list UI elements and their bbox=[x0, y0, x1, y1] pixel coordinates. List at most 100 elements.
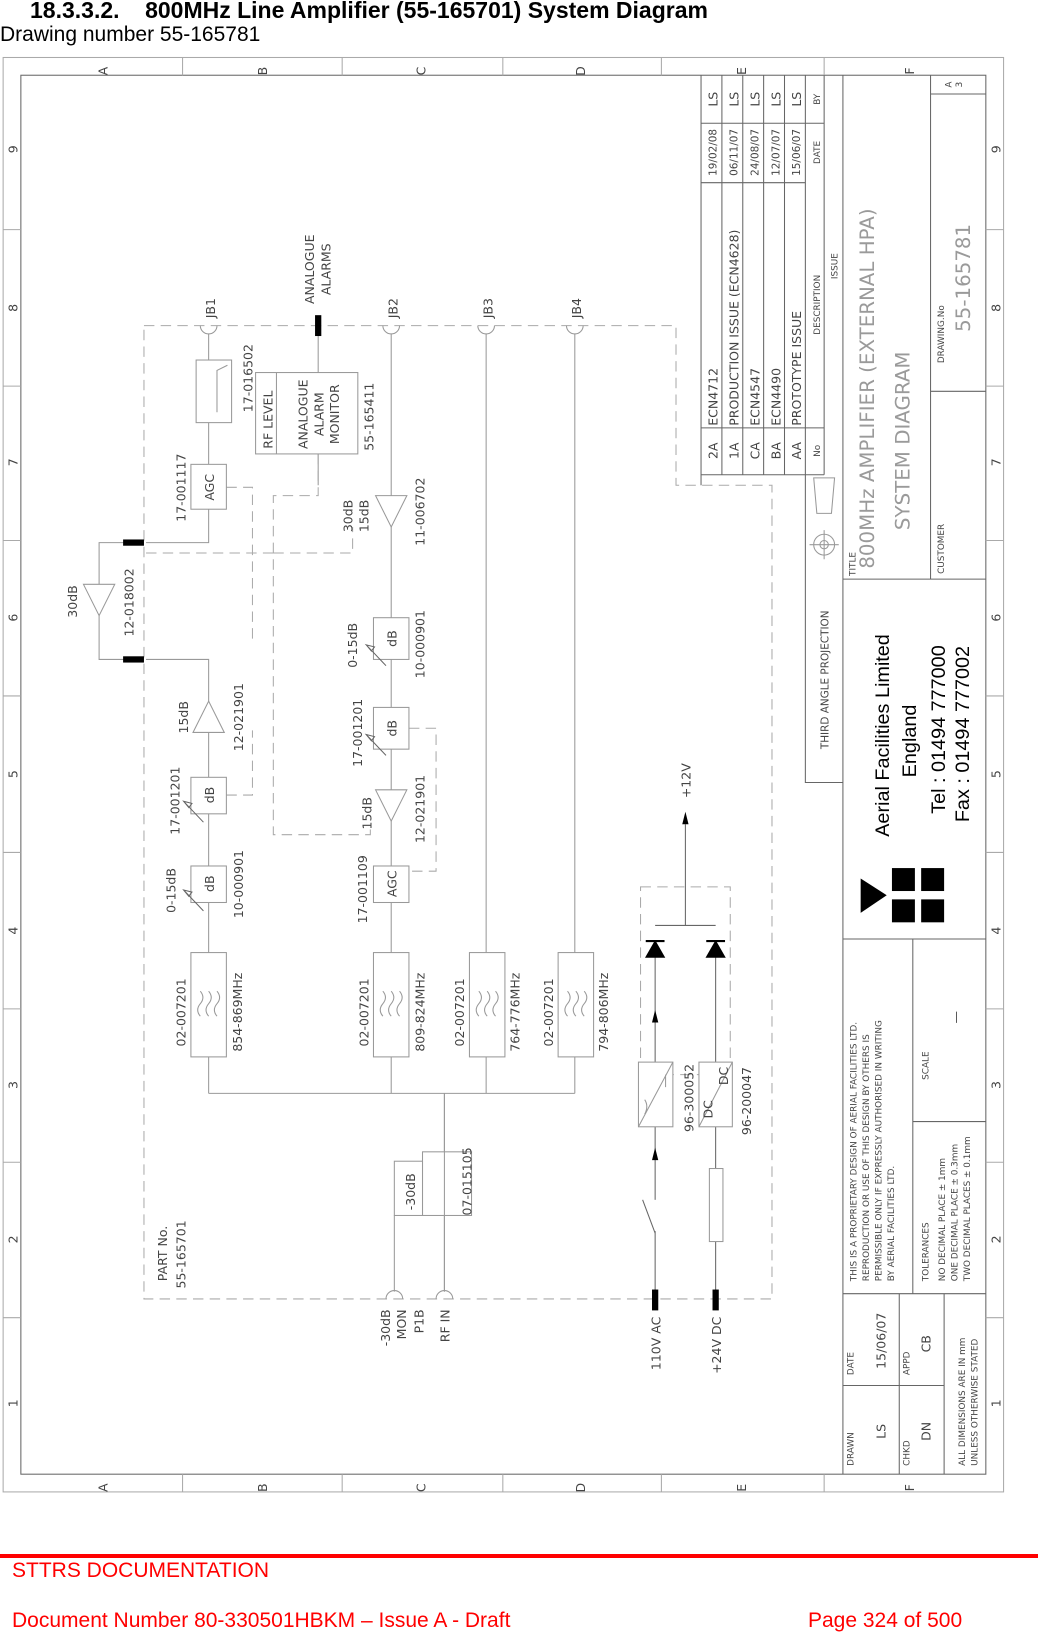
part-label: 02-007201 bbox=[452, 978, 467, 1046]
part-label: 12-018002 bbox=[122, 568, 137, 636]
db-label: dB bbox=[202, 787, 217, 804]
row-label: 9 bbox=[6, 145, 21, 153]
footer-page-number: Page 324 of 500 bbox=[808, 1609, 963, 1632]
drawing-title-line1: 800MHz AMPLIFIER (EXTERNAL HPA) bbox=[856, 208, 879, 568]
junction-label: JB4 bbox=[569, 298, 584, 319]
band-label: 854-869MHz bbox=[230, 972, 245, 1051]
sheet-size: 3 bbox=[955, 82, 965, 88]
rev-date: 12/07/07 bbox=[770, 129, 782, 176]
footer-rule bbox=[0, 1554, 1038, 1558]
mon-port-label: MON bbox=[394, 1309, 409, 1339]
proprietary-notice: PERMISSIBLE ONLY IF EXPRESSLY AUTHORISED… bbox=[875, 1020, 885, 1281]
drawn-label: DRAWN bbox=[846, 1432, 856, 1466]
psu-ac-dc: 96-300052 bbox=[637, 1061, 697, 1132]
revision-rows: 2A ECN4712 19/02/08 LS 1A PRODUCTION ISS… bbox=[706, 92, 841, 460]
junction-jb4: JB4 bbox=[565, 298, 584, 335]
row-label: 5 bbox=[6, 770, 21, 778]
rev-date: 06/11/07 bbox=[729, 129, 741, 176]
psu-dc-dc: DC DC 96-200047 bbox=[698, 1061, 754, 1135]
third-angle-projection-icon bbox=[809, 477, 839, 560]
rf-level-label: RF LEVEL bbox=[260, 391, 275, 449]
rev-by: LS bbox=[768, 92, 783, 107]
footer-org: STTRS DOCUMENTATION bbox=[12, 1559, 270, 1582]
tolerance-line: ONE DECIMAL PLACE ± 0.3mm bbox=[951, 1144, 961, 1281]
column-label: A bbox=[95, 1483, 110, 1492]
proprietary-notice: THIS IS A PROPRIETARY DESIGN OF AERIAL F… bbox=[849, 1022, 859, 1282]
junction-label: JB1 bbox=[203, 298, 218, 319]
company-tel: Tel : 01494 777000 bbox=[928, 645, 950, 814]
part-label: 96-200047 bbox=[739, 1067, 754, 1135]
rev-desc: ECN4547 bbox=[747, 368, 762, 426]
dc-out-label: DC bbox=[716, 1066, 731, 1085]
column-label: A bbox=[95, 66, 110, 75]
tolerance-line: TWO DECIMAL PLACES ± 0.1mm bbox=[963, 1136, 973, 1282]
rev-header-issue: ISSUE bbox=[831, 253, 841, 279]
column-label: E bbox=[734, 67, 749, 75]
rev-no: 2A bbox=[706, 442, 721, 459]
dc-in-label: DC bbox=[701, 1100, 716, 1119]
drawing-title-line2: SYSTEM DIAGRAM bbox=[892, 352, 915, 531]
row-label: 3 bbox=[988, 1081, 1003, 1089]
rev-by: LS bbox=[747, 92, 762, 107]
amplifier-30db-icon bbox=[82, 583, 116, 617]
amp-loop-connector bbox=[123, 656, 144, 663]
gain-label: 30dB bbox=[341, 500, 356, 532]
mon-port-label: P1B bbox=[412, 1309, 427, 1333]
filter-764-776: 02-007201 764-776MHz bbox=[452, 952, 523, 1058]
arrow-icon bbox=[682, 811, 689, 825]
part-label: 96-300052 bbox=[682, 1064, 697, 1132]
gain-label: 15dB bbox=[356, 500, 371, 532]
ac-input-label: 110V AC bbox=[648, 1316, 663, 1370]
row-label: 2 bbox=[6, 1235, 21, 1243]
part-label: 17-001109 bbox=[355, 855, 370, 923]
system-diagram-drawing: A B C D E F A B C D E F 9 8 7 6 5 4 3 2 … bbox=[2, 56, 1005, 1493]
monitor-label: ALARM bbox=[311, 392, 326, 436]
row-label: 8 bbox=[988, 304, 1003, 312]
row-label: 3 bbox=[6, 1081, 21, 1089]
row-label: 1 bbox=[6, 1399, 21, 1407]
part-label: 17-001201 bbox=[350, 699, 365, 767]
range-label: 0-15dB bbox=[163, 868, 178, 913]
rev-header-by: BY bbox=[813, 93, 823, 105]
part-label: 17-016502 bbox=[240, 344, 255, 412]
diode-icon bbox=[705, 940, 726, 958]
chkd-value: DN bbox=[919, 1422, 934, 1441]
drawing-no-value: 55-165781 bbox=[952, 224, 975, 332]
gain-label: 30dB bbox=[65, 585, 80, 617]
part-label: 12-021901 bbox=[231, 683, 246, 751]
sheet-size: A bbox=[944, 82, 954, 88]
rev-date: 24/08/07 bbox=[749, 129, 761, 176]
analogue-alarms-label: ALARMS bbox=[319, 243, 334, 295]
row-label: 2 bbox=[988, 1235, 1003, 1243]
amp-loop-connector bbox=[123, 539, 144, 546]
company-fax: Fax : 01494 777002 bbox=[952, 646, 974, 822]
gain-label: 15dB bbox=[176, 701, 191, 733]
junction-label: JB3 bbox=[480, 298, 495, 319]
part-label: 02-007201 bbox=[174, 978, 189, 1046]
db-label: dB bbox=[202, 875, 217, 892]
filter-794-806: 02-007201 794-806MHz bbox=[541, 952, 611, 1058]
part-label: 11-006702 bbox=[413, 478, 428, 546]
agc-label: AGC bbox=[384, 870, 399, 897]
column-label: B bbox=[255, 1483, 270, 1492]
arrow-icon bbox=[652, 1147, 659, 1161]
column-label: F bbox=[902, 67, 917, 74]
dimensions-note: ALL DIMENSIONS ARE IN mm bbox=[958, 1338, 968, 1466]
proprietary-notice: BY AERIAL FACILITIES LTD. bbox=[887, 1166, 897, 1281]
gain-label: 15dB bbox=[359, 797, 374, 829]
band-label: 809-824MHz bbox=[413, 972, 428, 1051]
rev-date: 15/06/07 bbox=[791, 129, 803, 176]
filter-854-869: 02-007201 854-869MHz bbox=[174, 952, 245, 1058]
junction-jb3: JB3 bbox=[477, 298, 495, 335]
rev-no: CA bbox=[747, 442, 762, 460]
part-label: 02-007201 bbox=[541, 978, 556, 1046]
rev-no: AA bbox=[789, 442, 804, 460]
scale-label: SCALE bbox=[921, 1051, 931, 1080]
date-label: DATE bbox=[846, 1352, 856, 1375]
agc-label: AGC bbox=[202, 474, 217, 501]
arrow-icon bbox=[652, 1009, 659, 1023]
rev-header-no: No bbox=[813, 445, 823, 457]
row-label: 7 bbox=[6, 458, 21, 466]
column-label: F bbox=[902, 1484, 917, 1491]
amplifier-11-006702-icon bbox=[374, 495, 408, 529]
